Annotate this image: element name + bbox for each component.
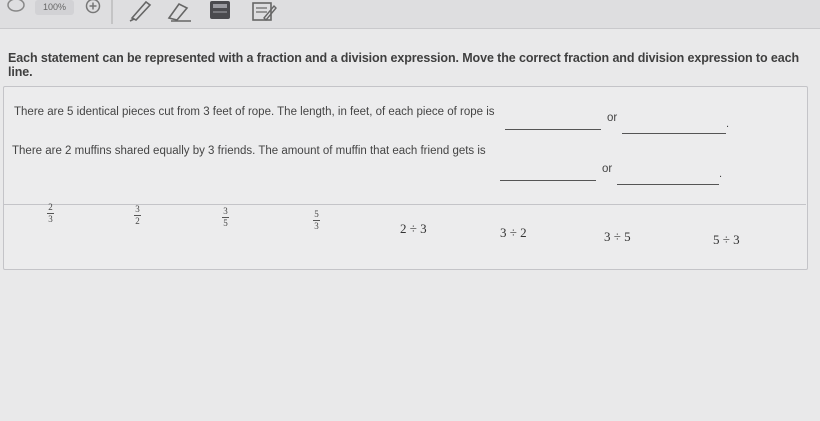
pen-icon[interactable]	[128, 0, 154, 22]
choice-division-2-3[interactable]: 2 ÷ 3	[400, 221, 427, 237]
statement-2-text: There are 2 muffins shared equally by 3 …	[12, 145, 486, 157]
toolbar-separator	[111, 0, 113, 24]
statement-1-fraction-blank[interactable]	[505, 129, 601, 130]
statement-1-period: .	[726, 118, 730, 130]
denominator: 3	[48, 214, 53, 224]
numerator: 2	[48, 202, 53, 212]
denominator: 2	[135, 216, 140, 226]
choices-divider	[3, 204, 806, 205]
statement-1-division-blank[interactable]	[622, 133, 726, 134]
choice-fraction-5-3[interactable]: 5 3	[313, 210, 320, 231]
choice-fraction-3-5[interactable]: 3 5	[222, 207, 229, 228]
denominator: 3	[314, 221, 319, 231]
toolbar: 100%	[0, 0, 820, 29]
zoom-in-icon[interactable]	[83, 0, 103, 16]
statement-2-period: .	[719, 168, 723, 180]
denominator: 5	[223, 218, 228, 228]
help-bubble-icon[interactable]	[4, 0, 26, 14]
choice-fraction-3-2[interactable]: 3 2	[134, 205, 141, 226]
statement-1-or: or	[607, 112, 618, 124]
question-prompt: Each statement can be represented with a…	[8, 51, 799, 79]
choice-division-3-5[interactable]: 3 ÷ 5	[604, 229, 631, 245]
choice-fraction-2-3[interactable]: 2 3	[47, 203, 54, 224]
eraser-icon[interactable]	[165, 0, 193, 22]
calculator-icon[interactable]	[208, 0, 232, 20]
statement-1-text: There are 5 identical pieces cut from 3 …	[14, 106, 495, 118]
numerator: 5	[314, 209, 319, 219]
statement-2-division-blank[interactable]	[617, 184, 719, 185]
statement-2-fraction-blank[interactable]	[500, 180, 596, 181]
choice-division-5-3[interactable]: 5 ÷ 3	[713, 232, 740, 248]
statement-2-or: or	[602, 163, 613, 175]
zoom-level[interactable]: 100%	[35, 0, 75, 15]
numerator: 3	[135, 204, 140, 214]
notepad-icon[interactable]	[250, 0, 278, 22]
numerator: 3	[223, 206, 228, 216]
choice-division-3-2[interactable]: 3 ÷ 2	[500, 225, 527, 241]
